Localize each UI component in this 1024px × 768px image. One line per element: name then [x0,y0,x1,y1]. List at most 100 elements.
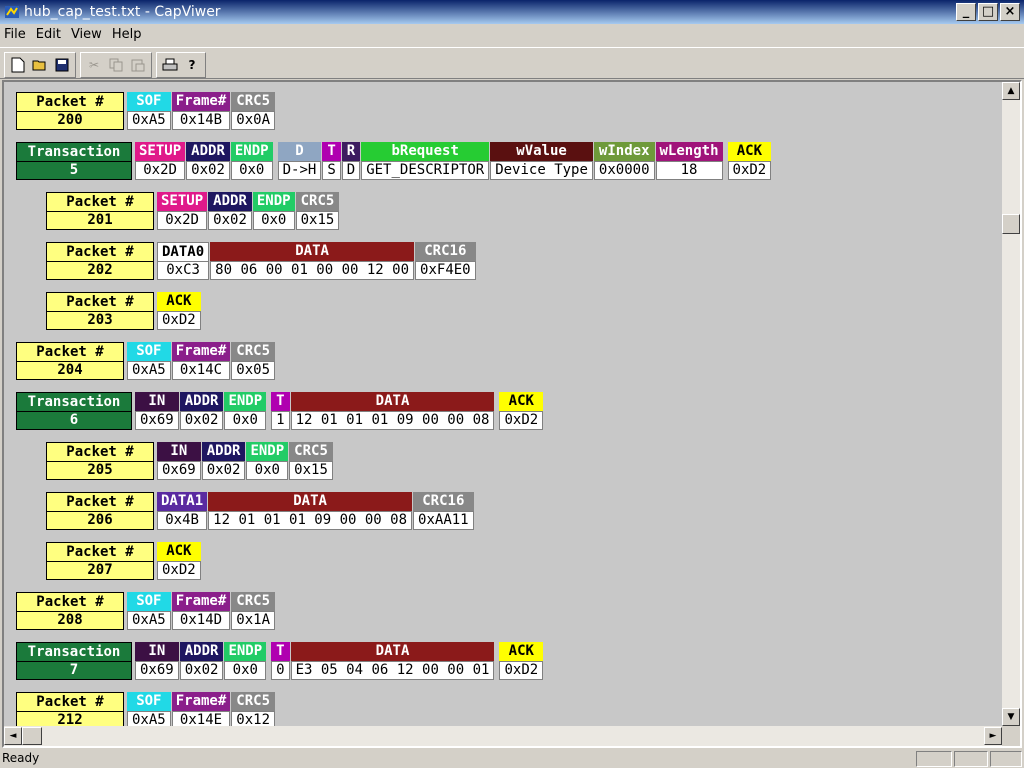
print-icon[interactable] [159,54,181,76]
help-icon[interactable]: ? [181,54,203,76]
field-header: ACK [727,142,772,161]
packet-row[interactable]: Packet #208 SOF 0xA5 Frame# 0x14D CRC5 0x1A [16,592,276,630]
packet-label[interactable]: Packet #202 [46,242,154,280]
packet-label[interactable]: Packet #208 [16,592,124,630]
label-number: 206 [46,511,154,530]
status-bar: Ready [0,749,1024,768]
new-icon[interactable] [7,54,29,76]
minimize-button[interactable]: _ [956,3,976,21]
packet-label[interactable]: Packet #212 [16,692,124,726]
label-title: Packet # [16,692,124,711]
field-addr: ADDR 0x02 [179,642,224,680]
field-header: SETUP [135,142,186,161]
label-number: 204 [16,361,124,380]
paste-icon[interactable] [127,54,149,76]
vertical-scroll-thumb[interactable] [1002,214,1020,234]
field-value: 0x15 [295,211,340,230]
field-header: IN [157,442,201,461]
transaction-row[interactable]: Transaction 5 SETUP 0x2D ADDR 0x02 ENDP 0x0 D D->… [16,142,776,180]
menu-edit[interactable]: Edit [31,24,66,46]
transaction-row[interactable]: Transaction 6 IN 0x69 ADDR 0x02 ENDP 0x0 T 1 DATA 1… [16,392,548,430]
packet-row[interactable]: Packet #202 DATA0 0xC3 DATA 80 06 00 01 00 0… [46,242,477,280]
field-header: Frame# [171,692,231,711]
field-header: SOF [127,342,171,361]
field-header: DATA1 [157,492,208,511]
cut-icon[interactable]: ✂ [83,54,105,76]
vertical-scrollbar[interactable]: ▲ ▼ [1002,82,1020,726]
field-value: 0xD2 [499,411,544,430]
menu-help[interactable]: Help [107,24,147,46]
field-header: ACK [499,642,544,661]
field-value: 0x0A [231,111,276,130]
transaction-label[interactable]: Transaction 6 [16,392,132,430]
field-value: 0xF4E0 [415,261,476,280]
close-button[interactable]: × [1000,3,1020,21]
field-header: D [277,142,322,161]
scroll-left-icon[interactable]: ◄ [4,727,22,745]
scroll-down-icon[interactable]: ▼ [1002,708,1020,726]
label-number: 208 [16,611,124,630]
field-value: Device Type [490,161,593,180]
packet-row[interactable]: Packet #204 SOF 0xA5 Frame# 0x14C CRC5 0x05 [16,342,276,380]
label-number: 203 [46,311,154,330]
field-addr: ADDR 0x02 [186,142,230,180]
packet-label[interactable]: Packet #201 [46,192,154,230]
field-header: bRequest [361,142,490,161]
packet-row[interactable]: Packet #212 SOF 0xA5 Frame# 0x14E CRC5 0x12 [16,692,276,726]
horizontal-scroll-thumb[interactable] [22,727,42,745]
field-value: 0x05 [231,361,276,380]
field-ack: ACK 0xD2 [157,542,201,580]
field-endp: ENDP 0x0 [224,642,267,680]
save-icon[interactable] [51,54,73,76]
field-crc5: CRC5 0x15 [289,442,333,480]
field-sof: SOF 0xA5 [127,692,171,726]
label-title: Packet # [46,292,154,311]
transaction-label[interactable]: Transaction 7 [16,642,132,680]
field-header: wLength [655,142,723,161]
scroll-right-icon[interactable]: ► [984,727,1002,745]
status-pane [990,751,1022,767]
packet-row[interactable]: Packet #206 DATA1 0x4B DATA 12 01 01 01 09 0… [46,492,475,530]
field-windex: wIndex 0x0000 [593,142,655,180]
field-addr: ADDR 0x02 [201,442,246,480]
field-header: CRC5 [231,92,276,111]
copy-icon[interactable] [105,54,127,76]
open-icon[interactable] [29,54,51,76]
field-value: 0x0000 [593,161,655,180]
field-header: CRC5 [231,592,276,611]
field-header: ENDP [246,442,289,461]
restore-button[interactable]: □ [978,3,998,21]
field-header: T [322,142,341,161]
field-crc5: CRC5 0x05 [231,342,276,380]
packet-label[interactable]: Packet #204 [16,342,124,380]
field-data: DATA 12 01 01 01 09 00 00 08 [208,492,413,530]
transaction-label[interactable]: Transaction 5 [16,142,132,180]
menu-bar: File Edit View Help [0,24,1024,46]
field-endp: ENDP 0x0 [230,142,273,180]
field-value: 0xA5 [127,361,171,380]
packet-label[interactable]: Packet #203 [46,292,154,330]
field-header: CRC5 [231,342,276,361]
packet-row[interactable]: Packet #207 ACK 0xD2 [46,542,202,580]
field-header: Frame# [171,592,231,611]
packet-label[interactable]: Packet #206 [46,492,154,530]
field-sof: SOF 0xA5 [127,92,171,130]
packet-row[interactable]: Packet #201 SETUP 0x2D ADDR 0x02 ENDP 0x0 CRC5 0… [46,192,340,230]
packet-label[interactable]: Packet #205 [46,442,154,480]
menu-file[interactable]: File [0,24,31,46]
field-wlength: wLength 18 [655,142,723,180]
scroll-up-icon[interactable]: ▲ [1002,82,1020,100]
label-title: Packet # [46,242,154,261]
transaction-row[interactable]: Transaction 7 IN 0x69 ADDR 0x02 ENDP 0x0 T 0 DATA E… [16,642,548,680]
horizontal-scrollbar[interactable]: ◄ ► [4,726,1002,746]
field-value: 0x4B [157,511,208,530]
field-header: CRC16 [413,492,474,511]
label-number: 200 [16,111,124,130]
packet-label[interactable]: Packet #207 [46,542,154,580]
menu-view[interactable]: View [66,24,107,46]
packet-row[interactable]: Packet #203 ACK 0xD2 [46,292,202,330]
packet-label[interactable]: Packet #200 [16,92,124,130]
packet-row[interactable]: Packet #205 IN 0x69 ADDR 0x02 ENDP 0x0 CRC5 0x15 [46,442,334,480]
packet-row[interactable]: Packet #200 SOF 0xA5 Frame# 0x14B CRC5 0x0A [16,92,276,130]
field-value: 0x2D [157,211,208,230]
